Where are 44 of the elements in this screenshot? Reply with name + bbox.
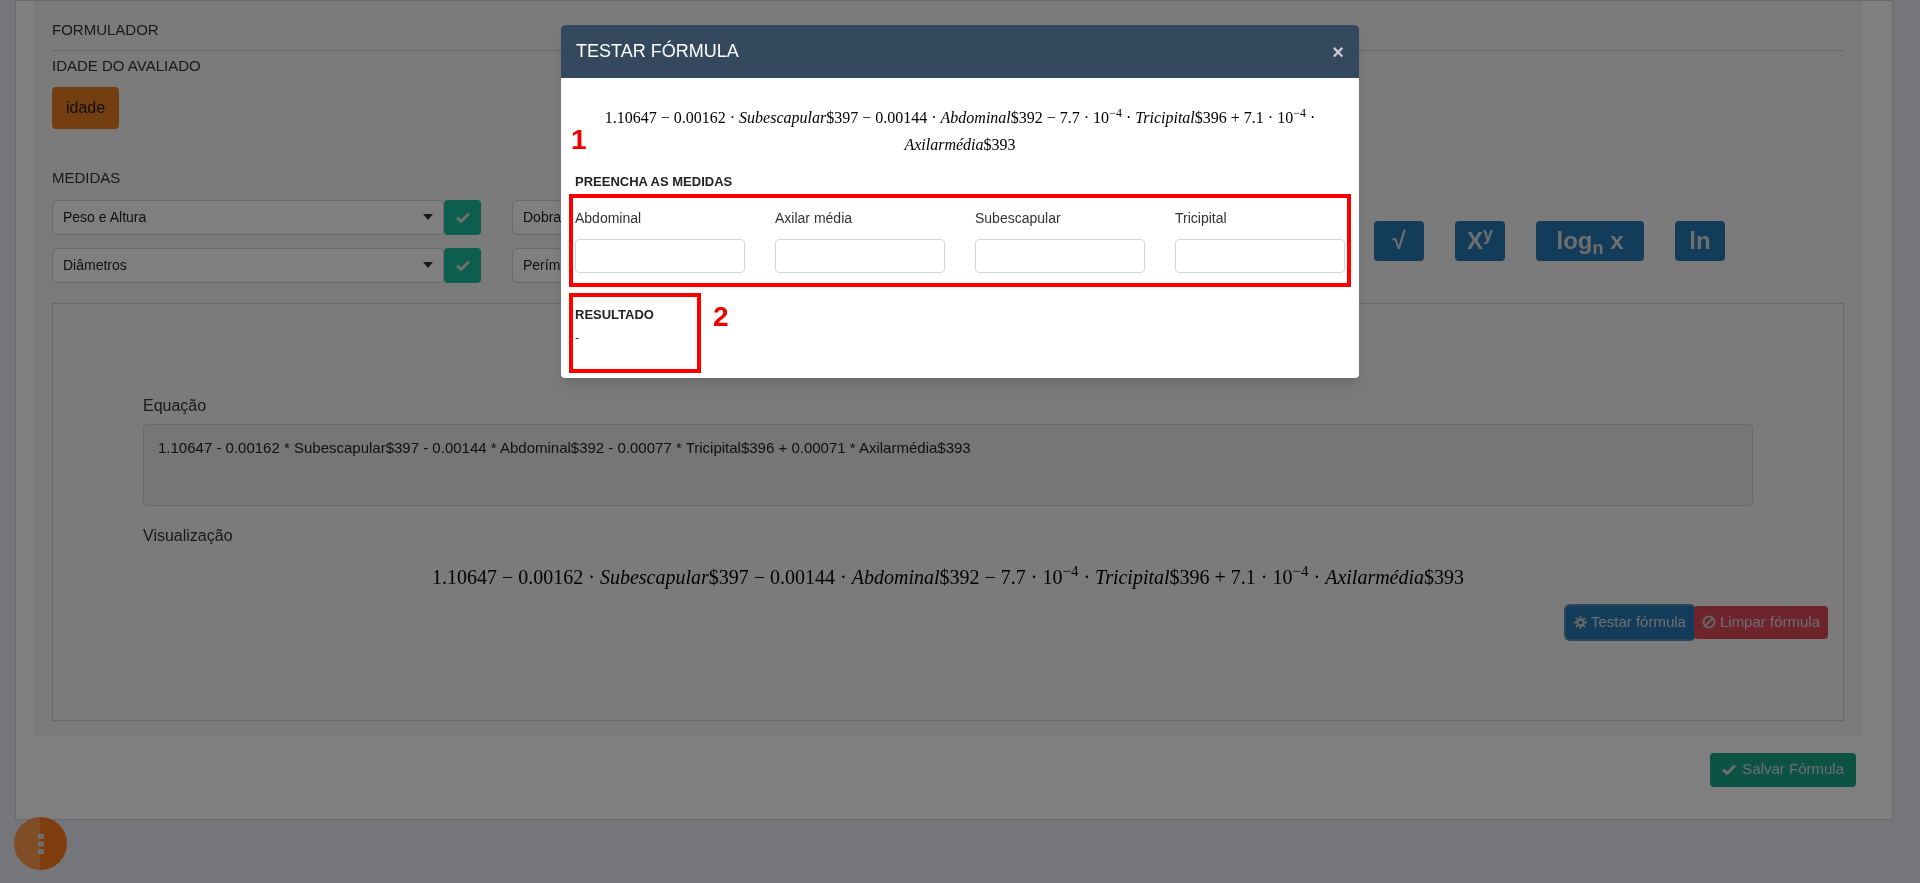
input-field[interactable] — [775, 238, 945, 273]
preview-label: Visualização — [143, 525, 234, 546]
measure-select[interactable]: Diâmetros — [52, 247, 444, 283]
measures-label: MEDIDAS — [52, 168, 121, 188]
gear-icon — [1573, 615, 1587, 629]
result-value: - — [575, 329, 581, 347]
menu-fab[interactable] — [14, 817, 67, 870]
ban-icon — [1701, 615, 1716, 629]
age-label: IDADE DO AVALIADO — [52, 55, 201, 76]
fields-title: PREENCHA AS MEDIDAS — [575, 173, 734, 191]
save-button[interactable]: Salvar Fórmula — [1710, 752, 1856, 787]
check-icon — [1722, 764, 1737, 775]
input-field[interactable] — [975, 238, 1145, 273]
equation-label: Equação — [143, 395, 208, 416]
formula-preview: 1.10647 − 0.00162 · Subescapular$397 − 0.00144 · Abdominal$392 − 7.7 · 10$^{−4}$ · Tricipital$396 + 7.1 · 10$^{−4}$ · Axilarmédia$393 — [603, 105, 1317, 155]
close-button[interactable]: × — [1332, 41, 1344, 62]
function-button[interactable]: ln — [1675, 221, 1725, 261]
add-button[interactable] — [444, 199, 481, 235]
caret-icon — [423, 214, 433, 220]
clear-button[interactable]: Limpar fórmula — [1693, 605, 1828, 639]
check-icon — [455, 259, 470, 271]
function-button[interactable]: log$_{n}$ x — [1536, 221, 1644, 261]
function-button[interactable]: √ — [1374, 221, 1424, 261]
age-button[interactable]: idade — [52, 87, 120, 129]
input-field[interactable] — [575, 238, 745, 273]
field-label: Subescapular — [975, 208, 1062, 228]
more-vertical-icon — [37, 833, 44, 854]
input-field[interactable] — [1175, 238, 1345, 273]
annotation-number: 1 — [571, 126, 587, 154]
modal-title: TESTAR FÓRMULA — [576, 39, 739, 63]
annotation-number: 2 — [713, 302, 729, 331]
caret-icon — [423, 262, 433, 268]
add-button[interactable] — [444, 247, 481, 283]
field-label: Tricipital — [1175, 208, 1228, 228]
field-label: Axilar média — [775, 208, 854, 228]
test-button[interactable]: Testar fórmula — [1565, 605, 1694, 639]
field-label: Abdominal — [575, 208, 643, 228]
section-title: FORMULADOR — [52, 20, 159, 40]
formula-preview: 1.10647 − 0.00162 · Subescapular$397 − 0.00144 · Abdominal$392 − 7.7 · 10$^{−4}$ · Tricipital$396 + 7.1 · 10$^{−4}$ · Axilarmédia$393 — [431, 562, 1465, 591]
measure-select[interactable]: Peso e Altura — [52, 199, 444, 235]
check-icon — [455, 211, 470, 223]
equation-field[interactable]: 1.10647 - 0.00162 * Subescapular$397 - 0.00144 * Abdominal$392 - 0.00077 * Tricipital$396 + 0.00071 * Axilarmédia$393 — [143, 423, 1753, 506]
function-button[interactable]: X$^{y}$ — [1455, 221, 1505, 261]
result-label: RESULTADO — [575, 305, 655, 324]
